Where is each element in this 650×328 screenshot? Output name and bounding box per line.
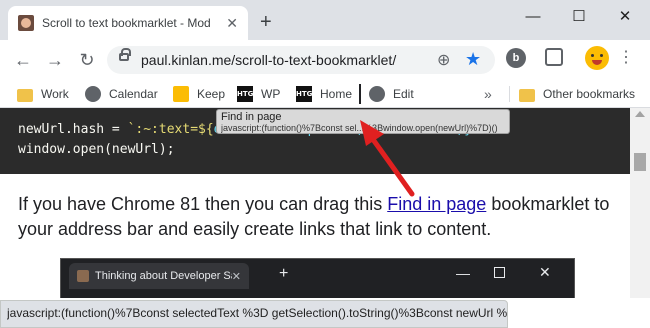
browser-window: Scroll to text bookmarklet - Mod ✕ + — ☐… — [0, 0, 650, 328]
annotation-arrow-icon — [360, 120, 415, 197]
